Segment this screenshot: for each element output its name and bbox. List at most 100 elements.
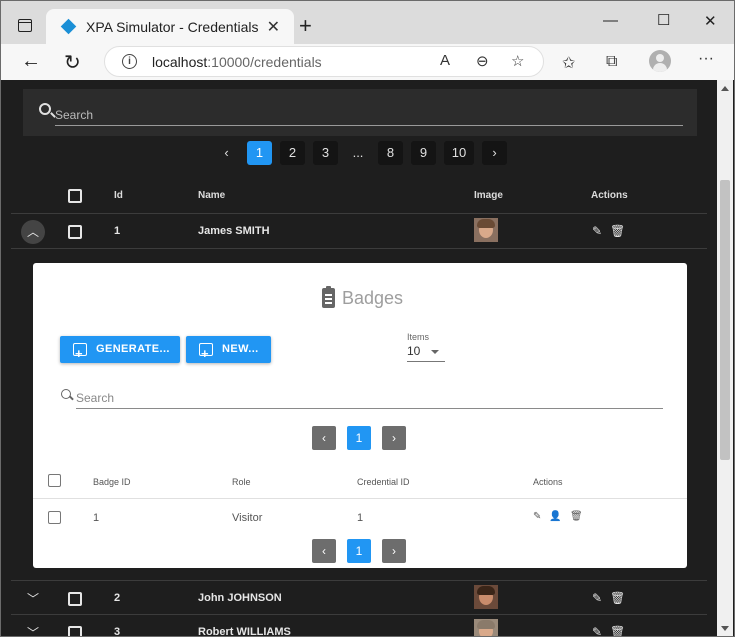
dropdown-caret-icon [431,350,439,354]
new-button[interactable]: NEW... [186,336,271,367]
close-window-icon[interactable]: ✕ [704,12,717,30]
read-aloud-icon[interactable]: A [440,52,450,69]
badge-row: 1 Visitor 1 ✎ 👤 🗑 [33,499,687,535]
page-button-10[interactable]: 10 [444,141,474,165]
add-icon [199,340,213,367]
next-page-icon[interactable]: › [382,539,406,563]
url-text: localhost:10000/credentials [152,54,322,70]
address-bar[interactable]: i localhost:10000/credentials A ⊖ ☆ [104,46,544,77]
page-button-1[interactable]: 1 [247,141,272,165]
favorites-icon[interactable]: ✩ [562,53,575,73]
header-badge-id[interactable]: Badge ID [93,477,131,487]
search-panel [23,89,697,136]
header-credential-id[interactable]: Credential ID [357,477,410,487]
info-icon[interactable]: i [122,54,137,69]
new-tab-icon[interactable]: + [299,13,312,39]
header-badge-actions: Actions [533,477,563,487]
header-actions: Actions [591,190,628,201]
edit-icon[interactable]: ✎ [533,511,541,522]
page-ellipsis: ... [352,145,364,160]
more-menu-icon[interactable]: ··· [698,50,714,68]
collapse-icon[interactable]: ︿ [21,220,45,244]
pagination: ‹ 1 2 3 ... 8 9 10 › [214,141,507,165]
edit-icon[interactable]: ✎ [592,591,602,605]
page-content: ‹ 1 2 3 ... 8 9 10 › Id Name Image Actio… [0,80,735,637]
expand-icon[interactable]: ﹀ [21,587,45,611]
badge-select-all-checkbox[interactable] [48,474,61,487]
badge-pagination-bottom: ‹ 1 › [312,539,406,563]
header-name[interactable]: Name [198,190,225,201]
tab-title: XPA Simulator - Credentials [86,19,259,35]
badge-pagination-top: ‹ 1 › [312,426,406,450]
delete-icon[interactable]: 🗑 [570,511,583,522]
grid-header: Id Name Image Actions [11,178,707,214]
header-role[interactable]: Role [232,477,251,487]
badges-title: Badges [342,288,404,308]
close-tab-icon[interactable]: ✕ [267,17,280,37]
person-photo [474,218,498,242]
page-button[interactable]: 1 [347,426,371,450]
browser-tab[interactable]: XPA Simulator - Credentials ✕ [46,9,294,45]
scroll-up-icon[interactable] [721,86,729,91]
badge-icon [322,286,335,308]
prev-page-icon[interactable]: ‹ [214,141,239,165]
generate-icon [73,340,87,367]
maximize-icon[interactable]: ☐ [657,11,670,29]
row-name: John JOHNSON [198,592,282,604]
browser-tab-bar: XPA Simulator - Credentials ✕ + — ☐ ✕ [0,0,735,45]
row-id: 1 [114,225,121,237]
items-per-page-select[interactable]: 10 [407,344,445,362]
row-checkbox[interactable] [68,592,82,606]
search-input[interactable] [55,104,683,126]
page-button[interactable]: 1 [347,539,371,563]
page-button-3[interactable]: 3 [313,141,338,165]
items-label: Items [407,332,430,342]
page-button-9[interactable]: 9 [411,141,436,165]
scrollbar[interactable] [717,80,733,636]
scroll-thumb[interactable] [720,180,730,460]
zoom-out-icon[interactable]: ⊖ [476,52,489,70]
collections-icon[interactable]: ⧉ [606,53,617,71]
table-row: ︿ 1 James SMITH ✎ 🗑 [11,214,707,249]
assign-person-icon[interactable]: 👤 [549,511,561,522]
expand-icon[interactable]: ﹀ [21,621,45,636]
row-checkbox[interactable] [68,225,82,239]
select-all-checkbox[interactable] [68,189,82,203]
profile-avatar[interactable] [649,50,671,72]
badge-grid-header: Badge ID Role Credential ID Actions [33,463,687,499]
delete-icon[interactable]: 🗑 [610,625,625,636]
add-favorite-icon[interactable]: ☆ [511,52,524,70]
next-page-icon[interactable]: › [482,141,507,165]
row-checkbox[interactable] [68,626,82,636]
person-photo [474,619,498,636]
edit-icon[interactable]: ✎ [592,224,602,238]
page-button-8[interactable]: 8 [378,141,403,165]
badge-role: Visitor [232,512,263,524]
header-image[interactable]: Image [474,190,503,201]
badges-card: Badges GENERATE... NEW... Items 10 ‹ 1 ›… [33,263,687,568]
scroll-down-icon[interactable] [721,626,729,631]
header-id[interactable]: Id [114,190,123,201]
generate-button[interactable]: GENERATE... [60,336,180,367]
delete-icon[interactable]: 🗑 [610,591,625,605]
prev-page-icon[interactable]: ‹ [312,426,336,450]
badge-search-input[interactable] [76,388,663,409]
prev-page-icon[interactable]: ‹ [312,539,336,563]
badge-row-checkbox[interactable] [48,511,61,524]
table-row: ﹀ 3 Robert WILLIAMS ✎ 🗑 [11,615,707,637]
tab-actions-icon[interactable] [18,19,32,32]
back-icon[interactable]: ← [21,50,41,73]
person-photo [474,585,498,609]
badge-credential-id: 1 [357,512,364,524]
favicon-icon [60,18,77,35]
delete-icon[interactable]: 🗑 [610,224,625,238]
row-name: James SMITH [198,225,270,237]
row-id: 3 [114,626,121,637]
badge-id: 1 [93,512,100,524]
page-button-2[interactable]: 2 [280,141,305,165]
next-page-icon[interactable]: › [382,426,406,450]
edit-icon[interactable]: ✎ [592,625,602,636]
minimize-icon[interactable]: — [603,12,618,29]
row-id: 2 [114,592,121,604]
refresh-icon[interactable]: ↻ [64,50,81,75]
